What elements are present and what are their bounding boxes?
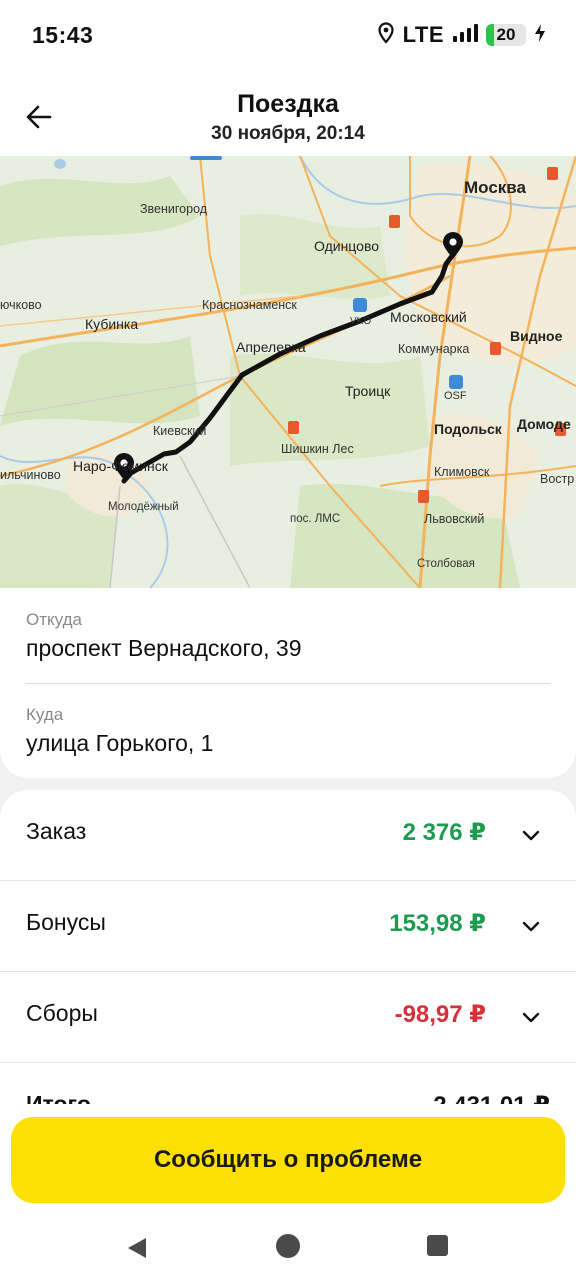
status-icons: LTE 20 — [377, 20, 546, 50]
battery-level: 20 — [496, 25, 516, 44]
price-row-order[interactable]: Заказ 2 376 ₽ — [0, 790, 576, 881]
order-label: Заказ — [26, 818, 87, 844]
chevron-down-icon — [520, 915, 542, 937]
map-label-moskva: Москва — [464, 178, 526, 197]
map-label-vko: VKO — [350, 316, 372, 327]
map-label-krasnoznamensk: Краснознаменск — [202, 298, 297, 312]
map-label-lvovsky: Львовский — [424, 512, 485, 526]
route-card: Откуда проспект Вернадского, 39 Куда ули… — [0, 588, 576, 778]
map-label-molodezhny: Молодёжный — [108, 501, 179, 513]
map-label-chkovo: ючково — [0, 298, 42, 312]
map-label-kommunarka: Коммунарка — [398, 342, 470, 356]
price-card: Заказ 2 376 ₽ Бонусы 153,98 ₽ Сборы -98,… — [0, 790, 576, 1120]
from-label: Откуда — [26, 610, 82, 629]
battery-icon: 20 — [486, 24, 526, 46]
to-address: улица Горького, 1 — [26, 730, 214, 756]
network-type: LTE — [402, 22, 444, 47]
nav-back-icon[interactable] — [126, 1236, 148, 1265]
map-label-kubinka: Кубинка — [85, 316, 139, 332]
fees-value: -98,97 ₽ — [394, 1001, 486, 1028]
signal-icon — [452, 23, 478, 48]
status-time: 15:43 — [32, 22, 94, 48]
bottom-panel: Сообщить о проблеме — [0, 1104, 576, 1280]
chevron-down-icon — [520, 824, 542, 846]
map-label-naro: Наро-Фоминск — [73, 458, 168, 474]
bonuses-value: 153,98 ₽ — [389, 910, 486, 937]
header: Поездка 30 ноября, 20:14 — [0, 72, 576, 156]
charging-icon — [534, 23, 546, 48]
bonuses-label: Бонусы — [26, 909, 106, 935]
map-label-lms: пос. ЛМС — [290, 513, 341, 525]
status-bar: 15:43 LTE 20 — [0, 0, 576, 72]
address-divider — [26, 683, 550, 684]
nav-home-icon[interactable] — [276, 1234, 300, 1258]
system-nav-bar — [0, 1214, 576, 1280]
to-label: Куда — [26, 705, 64, 724]
map-label-shishkin: Шишкин Лес — [281, 442, 354, 456]
map-label-osf: OSF — [444, 390, 467, 402]
price-row-fees[interactable]: Сборы -98,97 ₽ — [0, 972, 576, 1063]
location-icon — [377, 21, 395, 49]
fees-label: Сборы — [26, 1000, 98, 1026]
map-label-stolbovaya: Столбовая — [417, 558, 475, 570]
map-label-odintsovo: Одинцово — [314, 238, 380, 254]
chevron-down-icon — [520, 1006, 542, 1028]
map-label-troitsk: Троицк — [345, 383, 391, 399]
map-label-podolsk: Подольск — [434, 421, 502, 437]
map-label-moskovsky: Московский — [390, 309, 467, 325]
nav-recents-icon[interactable] — [427, 1235, 448, 1256]
map-background — [0, 156, 576, 588]
map-label-zvenigorod: Звенигород — [140, 202, 208, 216]
map-label-ilchinovo: ильчиново — [0, 468, 61, 482]
price-row-bonuses[interactable]: Бонусы 153,98 ₽ — [0, 881, 576, 972]
map-label-kievsky: Киевский — [153, 424, 207, 438]
page-title: Поездка — [237, 90, 339, 118]
report-problem-button[interactable]: Сообщить о проблеме — [11, 1117, 565, 1203]
map-label-vostr: Востр — [540, 472, 575, 486]
map-label-domodedovo: Домоде — [517, 416, 571, 432]
map-label-aprelevka: Апрелевка — [236, 339, 306, 355]
order-value: 2 376 ₽ — [402, 819, 486, 846]
map-label-klimovsk: Климовск — [434, 465, 490, 479]
trip-date: 30 ноября, 20:14 — [211, 123, 365, 144]
map-label-vidnoe: Видное — [510, 328, 563, 344]
route-map[interactable]: Москва Звенигород Одинцово ючково Кубинк… — [0, 156, 576, 588]
from-address: проспект Вернадского, 39 — [26, 635, 302, 661]
